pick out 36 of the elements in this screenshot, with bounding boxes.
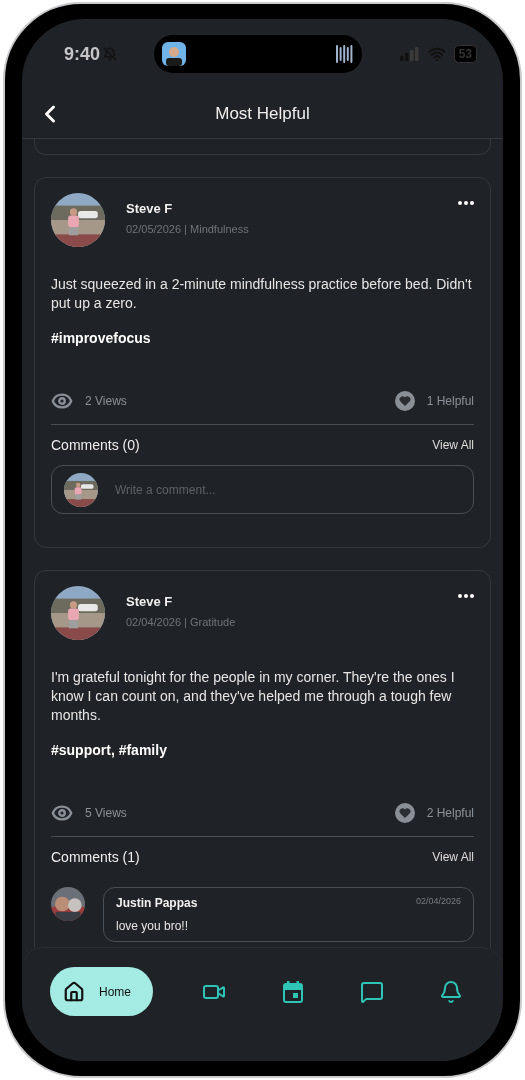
commenter-name: Justin Pappas — [116, 896, 198, 910]
waveform-icon — [336, 42, 355, 66]
post-meta: 02/05/2026 | Mindfulness — [126, 223, 250, 235]
helpful-count: 2 Helpful — [426, 806, 474, 820]
bell-icon — [438, 979, 463, 1004]
status-time: 9:40 — [64, 43, 101, 65]
view-count: 2 Views — [85, 394, 127, 408]
home-tab[interactable]: Home — [50, 967, 153, 1016]
view-all-link[interactable]: View All — [432, 438, 474, 452]
ellipsis-icon — [458, 594, 474, 598]
helpful-count: 1 Helpful — [426, 394, 474, 408]
post-text: Just squeezed in a 2-minute mindfulness practice before bed. Didn't put up a zero. — [51, 275, 473, 313]
comment-text: love you bro!! — [116, 919, 190, 933]
home-icon — [63, 980, 85, 1003]
hashtags: #support, #family — [51, 742, 168, 758]
post-text: I'm grateful tonight for the people in my corner. They're the ones I know I can count on, and they've helped me through a tough few months. — [51, 668, 456, 725]
eye-icon — [51, 802, 73, 824]
signal-icon — [399, 47, 420, 61]
hashtags: #improvefocus — [51, 330, 152, 346]
more-button[interactable] — [458, 594, 474, 598]
page-title: Most Helpful — [215, 103, 310, 124]
eye-icon — [51, 390, 73, 412]
comments-heading: Comments (1) — [51, 849, 140, 865]
comment-input[interactable]: Write a comment... — [113, 481, 461, 498]
chat-icon — [359, 979, 384, 1004]
author-name: Steve F — [126, 201, 174, 216]
author-name: Steve F — [126, 594, 174, 609]
view-all-link[interactable]: View All — [432, 850, 474, 864]
comment-date: 02/04/2026 — [415, 896, 461, 908]
calendar-icon — [281, 979, 305, 1004]
comments-heading: Comments (0) — [51, 437, 140, 453]
post-meta: 02/04/2026 | Gratitude — [126, 616, 237, 628]
more-button[interactable] — [458, 201, 474, 205]
ellipsis-icon — [458, 201, 474, 205]
view-count: 5 Views — [85, 806, 127, 820]
comment-box[interactable]: Write a comment... — [51, 465, 474, 514]
